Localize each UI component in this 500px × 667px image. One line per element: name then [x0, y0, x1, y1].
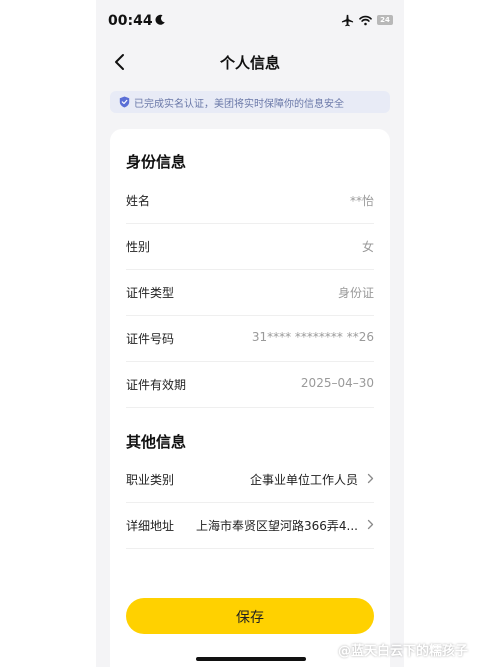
row-label: 证件号码: [126, 332, 175, 346]
chevron-right-icon: [367, 473, 374, 484]
row-label: 职业类别: [126, 473, 175, 487]
row-id-expiry: 证件有效期 2025–04–30: [126, 361, 374, 408]
row-label: 性别: [126, 240, 151, 254]
phone-screen: 00:44 24 个人信息 已完成实名认证，美团将实时保障你的信息安全 身份信息…: [96, 0, 404, 667]
row-id-number: 证件号码 31**** ******** **26: [126, 315, 374, 362]
row-occupation[interactable]: 职业类别 企事业单位工作人员: [126, 456, 374, 503]
row-value: 女: [361, 240, 374, 254]
watermark: @蓝天白云下的糯孩子: [338, 644, 469, 659]
row-value: **怡: [349, 194, 374, 208]
row-gender: 性别 女: [126, 223, 374, 270]
page-title: 个人信息: [219, 54, 280, 72]
wifi-icon: [359, 15, 372, 26]
status-bar: 00:44 24: [96, 0, 404, 40]
row-label: 证件类型: [126, 286, 175, 300]
battery-icon: 24: [377, 15, 393, 25]
row-address[interactable]: 详细地址 上海市奉贤区望河路366弄4...: [126, 502, 374, 549]
notice-text: 已完成实名认证，美团将实时保障你的信息安全: [134, 99, 344, 110]
row-value: 上海市奉贤区望河路366弄4...: [196, 519, 358, 533]
navigation-bar: 个人信息: [96, 42, 404, 82]
section-title-other: 其他信息: [126, 433, 187, 451]
row-name: 姓名 **怡: [126, 177, 374, 224]
moon-icon: [155, 14, 165, 25]
row-value: 2025–04–30: [300, 376, 374, 390]
home-indicator: [196, 657, 306, 661]
row-value: 身份证: [337, 286, 374, 300]
info-card: 身份信息 姓名 **怡 性别 女 证件类型 身份证 证件号码 31**** **…: [110, 129, 390, 667]
row-label: 姓名: [126, 194, 151, 208]
verification-notice: 已完成实名认证，美团将实时保障你的信息安全: [110, 91, 390, 113]
section-title-identity: 身份信息: [126, 153, 187, 171]
chevron-right-icon: [367, 519, 374, 530]
row-id-type: 证件类型 身份证: [126, 269, 374, 316]
row-value: 31**** ******** **26: [251, 330, 374, 344]
shield-check-icon: [119, 96, 130, 108]
save-button[interactable]: 保存: [126, 598, 374, 634]
airplane-icon: [341, 14, 354, 27]
row-value: 企事业单位工作人员: [249, 473, 358, 487]
status-time: 00:44: [108, 13, 153, 29]
row-label: 证件有效期: [126, 378, 187, 392]
row-label: 详细地址: [126, 519, 175, 533]
